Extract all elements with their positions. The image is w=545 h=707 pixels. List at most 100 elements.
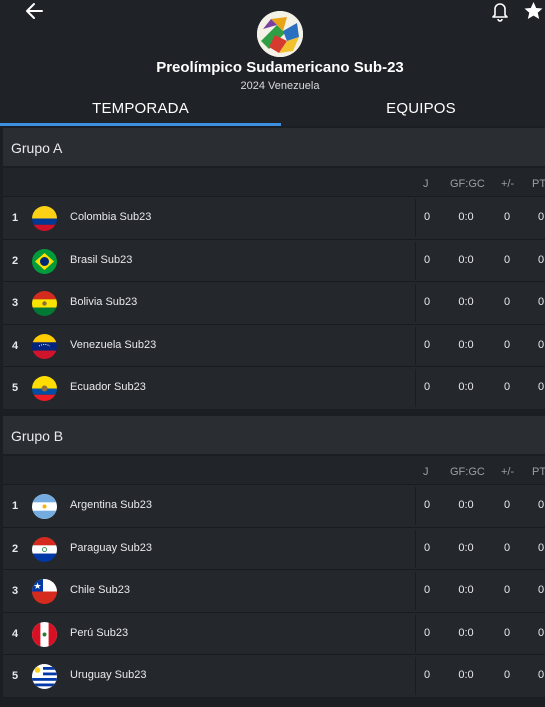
table-row[interactable]: 2 Brasil Sub23 0 0:0 0 0 [3, 238, 545, 281]
stat-gfgc: 0:0 [458, 669, 474, 681]
column-diff: +/- [501, 178, 515, 190]
stat-diff: 0 [503, 626, 511, 639]
peru-flag-icon [32, 621, 57, 647]
position: 2 [12, 254, 19, 267]
ecuador-flag-icon [32, 376, 57, 401]
stat-j: 0 [423, 211, 431, 223]
paraguay-flag-icon [32, 536, 57, 562]
stat-gfgc: 0:0 [458, 584, 474, 596]
column-divider [415, 614, 416, 653]
table-row[interactable]: 5 Ecuador Sub23 0 0:0 0 0 [3, 366, 545, 409]
stat-j: 0 [423, 381, 431, 393]
column-divider [415, 529, 416, 568]
stat-gfgc: 0:0 [458, 626, 474, 639]
stat-diff: 0 [503, 541, 511, 554]
team-name: Argentina Sub23 [70, 499, 152, 511]
column-divider [415, 284, 416, 322]
venezuela-flag-icon [32, 333, 57, 359]
column-divider [415, 487, 416, 525]
stat-gfgc: 0:0 [458, 541, 474, 554]
stat-diff: 0 [503, 669, 511, 681]
stat-diff: 0 [503, 296, 511, 308]
stat-diff: 0 [503, 499, 511, 511]
stat-pts: 0 [537, 338, 545, 351]
column-diff: +/- [501, 466, 515, 478]
stat-j: 0 [423, 541, 431, 554]
stat-pts: 0 [537, 253, 545, 266]
page-title: Preolímpico Sudamericano Sub-23 [156, 59, 404, 76]
column-divider [415, 326, 416, 365]
stat-j: 0 [423, 626, 431, 639]
stat-gfgc: 0:0 [458, 253, 474, 266]
team-name: Paraguay Sub23 [70, 541, 152, 554]
column-gfgc: GF:GC [450, 466, 485, 478]
table-row[interactable]: 3 Chile Sub23 0 0:0 0 0 [3, 569, 545, 612]
stat-pts: 0 [537, 669, 545, 681]
stat-gfgc: 0:0 [458, 296, 474, 308]
table-row[interactable]: 1 Argentina Sub23 0 0:0 0 0 [3, 484, 545, 527]
position: 4 [12, 339, 19, 352]
stat-j: 0 [423, 584, 431, 596]
column-divider [415, 241, 416, 280]
position: 5 [12, 670, 19, 682]
group-header: Grupo A [3, 128, 545, 166]
group-b-table: Grupo B J GF:GC +/- PT 1 Argentina Sub23… [3, 416, 545, 697]
group-title: Grupo A [11, 140, 63, 156]
group-a-table: Grupo A J GF:GC +/- PT 1 Colombia Sub23 … [3, 128, 545, 409]
team-name: Uruguay Sub23 [70, 669, 147, 681]
bolivia-flag-icon [32, 291, 57, 316]
stat-gfgc: 0:0 [458, 338, 474, 351]
stat-pts: 0 [537, 499, 545, 511]
argentina-flag-icon [32, 494, 57, 519]
position: 4 [12, 627, 19, 640]
stat-gfgc: 0:0 [458, 211, 474, 223]
team-name: Brasil Sub23 [70, 253, 133, 266]
team-name: Bolivia Sub23 [70, 296, 138, 308]
team-name: Perú Sub23 [70, 626, 129, 639]
favorite-button[interactable] [522, 0, 545, 22]
position: 3 [12, 585, 19, 597]
column-divider [415, 657, 416, 695]
arrow-left-icon [26, 3, 43, 19]
stat-pts: 0 [537, 584, 545, 596]
table-row[interactable]: 2 Paraguay Sub23 0 0:0 0 0 [3, 526, 545, 569]
column-header-row: J GF:GC +/- PT [3, 168, 545, 196]
team-name: Venezuela Sub23 [70, 338, 157, 351]
table-row[interactable]: 3 Bolivia Sub23 0 0:0 0 0 [3, 281, 545, 324]
column-divider [415, 369, 416, 407]
column-header-row: J GF:GC +/- PT [3, 456, 545, 484]
colombia-flag-icon [32, 206, 57, 231]
stat-pts: 0 [537, 541, 545, 554]
team-name: Colombia Sub23 [70, 211, 152, 223]
stat-pts: 0 [537, 381, 545, 393]
table-row[interactable]: 4 Perú Sub23 0 0:0 0 0 [3, 611, 545, 654]
app-header: Preolímpico Sudamericano Sub-23 2024 Ven… [0, 0, 545, 126]
column-divider [415, 199, 416, 237]
stat-j: 0 [423, 296, 431, 308]
table-row[interactable]: 5 Uruguay Sub23 0 0:0 0 0 [3, 654, 545, 697]
position: 2 [12, 542, 19, 555]
notifications-button[interactable] [489, 0, 511, 22]
table-row[interactable]: 4 Venezuela Sub23 0 0:0 0 0 [3, 323, 545, 366]
column-j: J [423, 178, 429, 190]
position: 1 [12, 212, 19, 224]
stat-j: 0 [423, 669, 431, 681]
active-tab-indicator [0, 123, 281, 126]
stat-diff: 0 [503, 584, 511, 596]
stat-pts: 0 [537, 626, 545, 639]
stat-diff: 0 [503, 253, 511, 266]
stat-gfgc: 0:0 [458, 499, 474, 511]
position: 3 [12, 297, 19, 309]
table-row[interactable]: 1 Colombia Sub23 0 0:0 0 0 [3, 196, 545, 239]
stat-pts: 0 [537, 296, 545, 308]
chile-flag-icon [32, 579, 57, 604]
column-gfgc: GF:GC [450, 178, 485, 190]
tab-equipos[interactable]: EQUIPOS [281, 100, 545, 126]
group-title: Grupo B [11, 428, 64, 444]
star-icon [524, 2, 543, 19]
back-button[interactable] [22, 0, 48, 22]
team-name: Ecuador Sub23 [70, 381, 146, 393]
stat-diff: 0 [503, 338, 511, 351]
team-name: Chile Sub23 [70, 584, 130, 596]
bell-icon [492, 3, 508, 22]
